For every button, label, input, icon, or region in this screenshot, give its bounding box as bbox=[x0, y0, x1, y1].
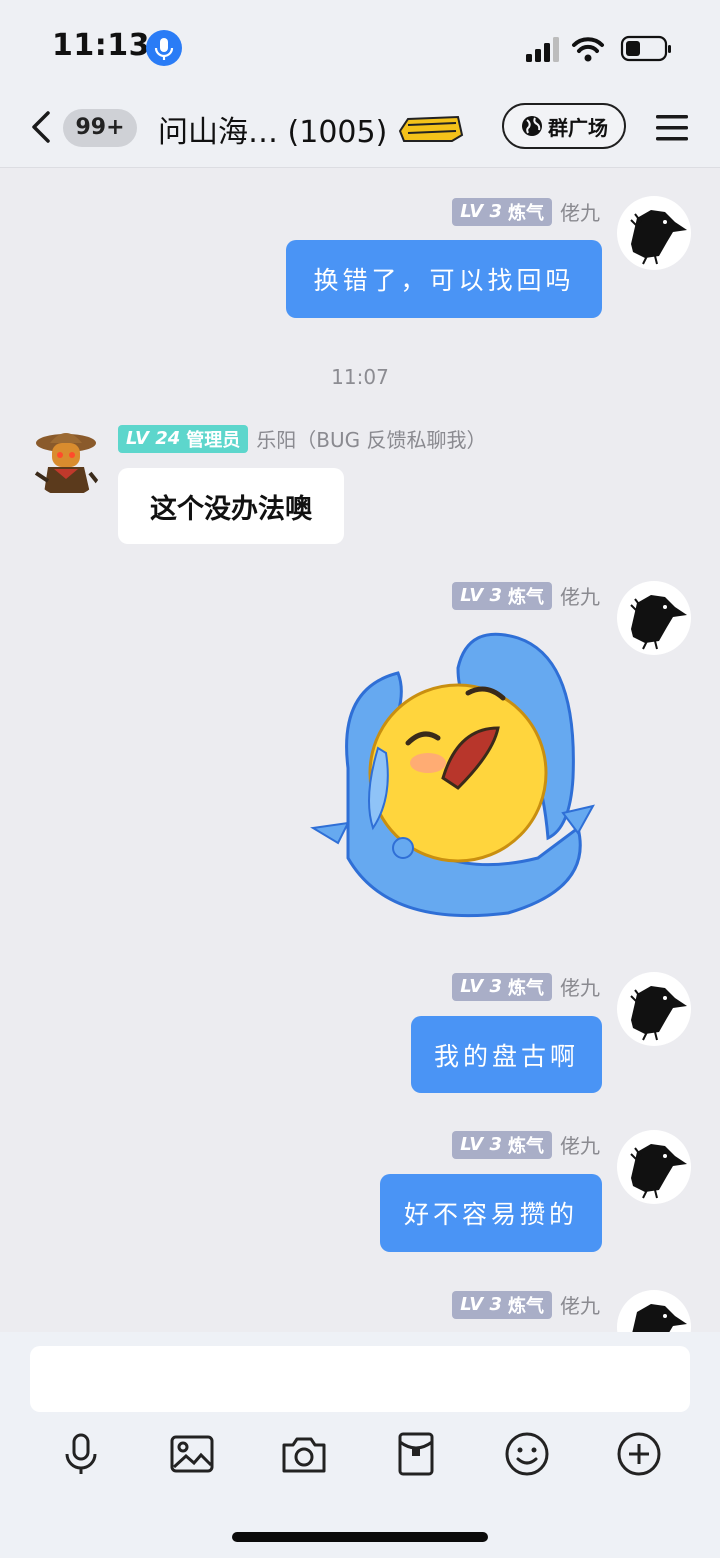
level-tag: LV 3 炼气 bbox=[452, 1130, 552, 1159]
camera-icon[interactable] bbox=[280, 1430, 328, 1478]
signal-icon bbox=[526, 37, 559, 62]
outgoing-message-bubble[interactable]: 换错了，可以找回吗 bbox=[286, 240, 602, 318]
level-tag: LV 3 炼气 bbox=[452, 581, 552, 610]
outgoing-message-bubble[interactable]: 我的盘古啊 bbox=[411, 1016, 602, 1093]
red-packet-icon[interactable] bbox=[392, 1430, 440, 1478]
status-icons bbox=[526, 35, 671, 62]
incoming-message-bubble[interactable]: 这个没办法噢 bbox=[118, 468, 344, 544]
emoji-icon[interactable] bbox=[503, 1430, 551, 1478]
sender-name: 佬九 bbox=[560, 201, 600, 225]
message-meta: LV 24 管理员 乐阳（BUG 反馈私聊我） bbox=[118, 424, 486, 453]
unread-badge[interactable]: 99+ bbox=[63, 109, 137, 147]
image-icon[interactable] bbox=[168, 1430, 216, 1478]
battery-icon bbox=[620, 35, 671, 62]
sender-name: 佬九 bbox=[560, 1294, 600, 1318]
microphone-active-icon bbox=[146, 30, 182, 66]
message-list[interactable]: LV 3 炼气 佬九 换错了，可以找回吗 11:07 LV 24 管理员 乐阳（BU… bbox=[0, 168, 720, 1332]
avatar[interactable] bbox=[617, 581, 691, 655]
group-badge-sticker-icon bbox=[398, 115, 464, 142]
globe-icon bbox=[522, 116, 542, 136]
avatar[interactable] bbox=[617, 972, 691, 1046]
level-tag: LV 3 炼气 bbox=[452, 972, 552, 1001]
crying-emoji-sticker[interactable] bbox=[308, 628, 598, 920]
chat-header: 99+ 问山海… (1005) 群广场 bbox=[0, 95, 720, 168]
status-time: 11:13 bbox=[52, 28, 150, 63]
avatar[interactable] bbox=[617, 1130, 691, 1204]
composer-bar bbox=[0, 1332, 720, 1558]
avatar[interactable] bbox=[617, 1290, 691, 1332]
group-square-button[interactable]: 群广场 bbox=[502, 103, 626, 149]
message-meta: LV 3 炼气 佬九 bbox=[452, 581, 600, 610]
message-meta: LV 3 炼气 佬九 bbox=[452, 972, 600, 1001]
timestamp: 11:07 bbox=[331, 365, 389, 389]
message-meta: LV 3 炼气 佬九 bbox=[452, 197, 600, 226]
message-input[interactable] bbox=[30, 1346, 690, 1412]
back-icon[interactable] bbox=[26, 109, 56, 145]
plus-icon[interactable] bbox=[615, 1430, 663, 1478]
menu-icon[interactable] bbox=[654, 113, 690, 143]
outgoing-message-bubble[interactable]: 好不容易攒的 bbox=[380, 1174, 602, 1252]
microphone-icon[interactable] bbox=[57, 1430, 105, 1478]
avatar[interactable] bbox=[30, 423, 104, 497]
avatar[interactable] bbox=[617, 196, 691, 270]
level-tag: LV 3 炼气 bbox=[452, 197, 552, 226]
level-tag: LV 3 炼气 bbox=[452, 1290, 552, 1319]
sender-name: 佬九 bbox=[560, 585, 600, 609]
message-meta: LV 3 炼气 佬九 bbox=[452, 1290, 600, 1319]
wifi-icon bbox=[572, 37, 604, 62]
home-indicator bbox=[232, 1532, 488, 1542]
sender-name: 乐阳（BUG 反馈私聊我） bbox=[256, 428, 487, 452]
chat-title[interactable]: 问山海… (1005) bbox=[158, 107, 387, 151]
group-square-label: 群广场 bbox=[548, 115, 608, 140]
message-meta: LV 3 炼气 佬九 bbox=[452, 1130, 600, 1159]
sender-name: 佬九 bbox=[560, 976, 600, 1000]
status-bar: 11:13 bbox=[0, 0, 720, 95]
level-tag: LV 24 管理员 bbox=[118, 424, 249, 453]
sender-name: 佬九 bbox=[560, 1134, 600, 1158]
